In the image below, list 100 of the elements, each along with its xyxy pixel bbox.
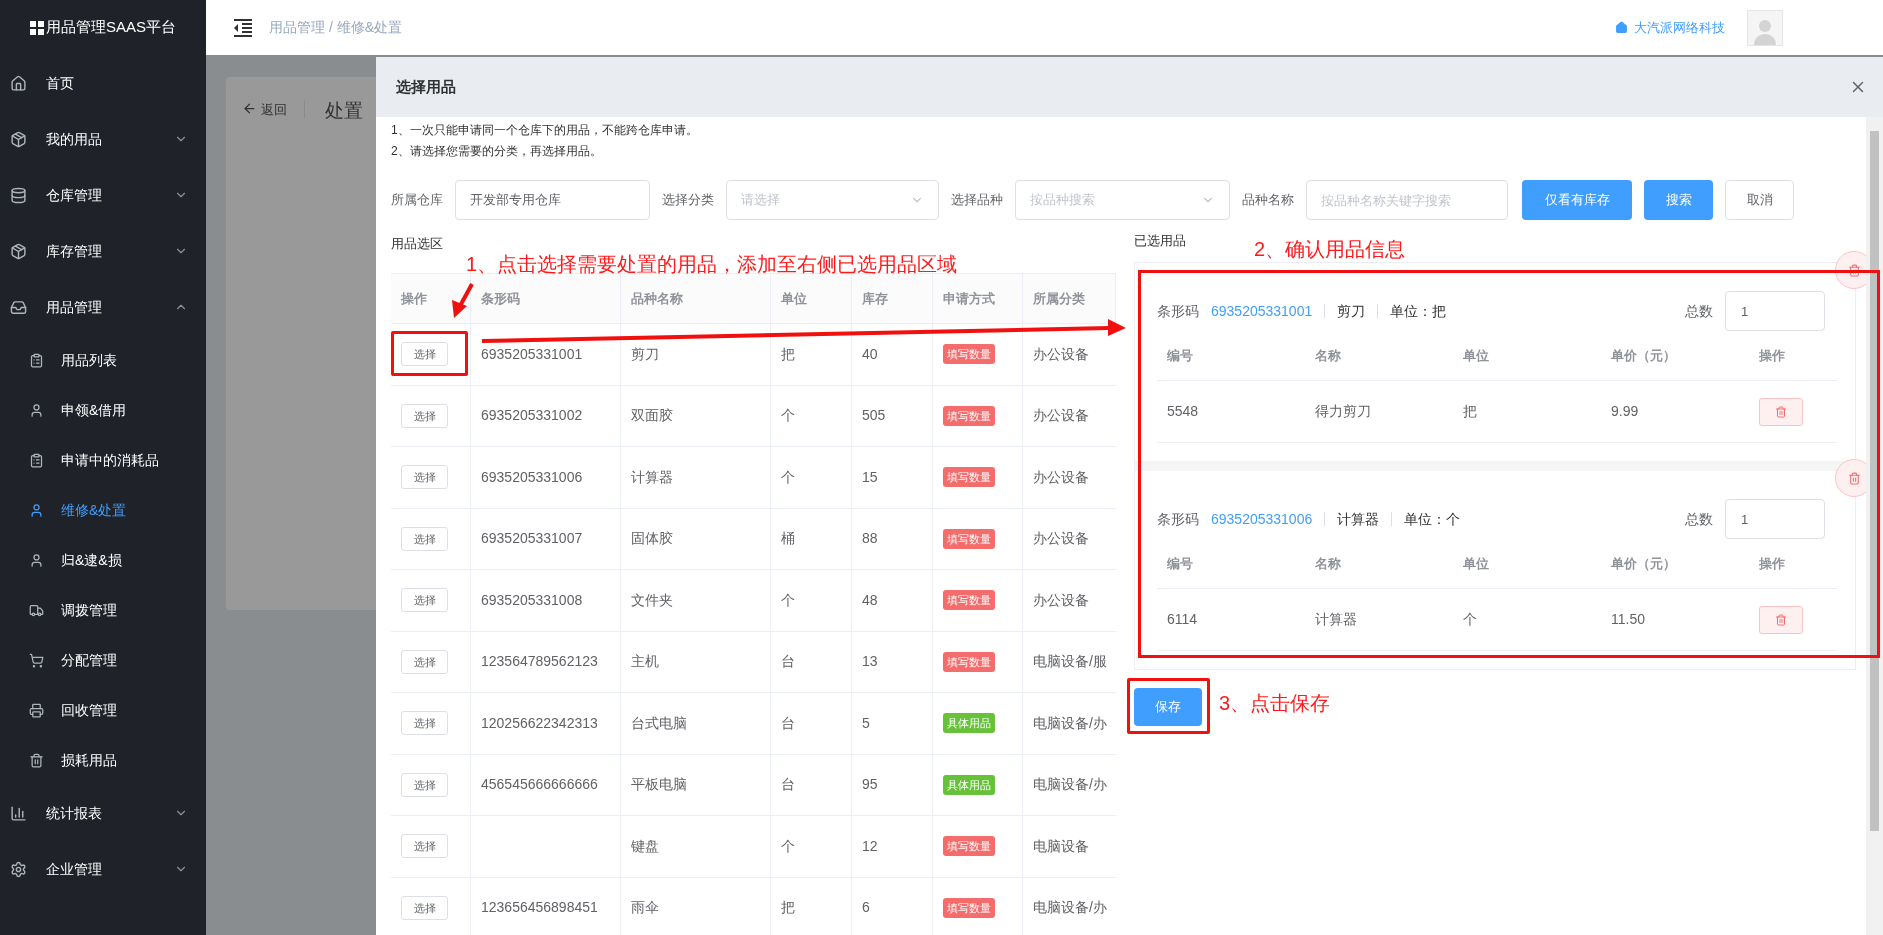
- sidebar-subitem[interactable]: 损耗用品: [0, 735, 206, 785]
- table-cell: 48: [852, 570, 933, 631]
- table-cell: 把: [771, 877, 852, 935]
- select-button[interactable]: 选择: [401, 834, 448, 859]
- quantity-field[interactable]: 1: [1725, 291, 1825, 331]
- clipboard-icon: [29, 352, 44, 368]
- table-cell-text: 把: [1462, 402, 1478, 421]
- table-cell-text: 11.50: [1610, 610, 1646, 629]
- quantity-field[interactable]: 1: [1725, 499, 1825, 539]
- app-title: 用品管理SAAS平台: [46, 17, 176, 38]
- text-field[interactable]: 按品种名称关键字搜索: [1306, 180, 1508, 220]
- sidebar-item[interactable]: 首页: [0, 55, 206, 111]
- table-cell: 13: [852, 631, 933, 692]
- sidebar-item[interactable]: 我的用品: [0, 111, 206, 167]
- instruction-text: 1、一次只能申请同一个仓库下的用品，不能跨仓库申请。: [391, 122, 699, 139]
- select-button[interactable]: 选择: [401, 711, 448, 736]
- item-name: 剪刀: [1337, 301, 1366, 321]
- arrow: [452, 283, 474, 318]
- back-link[interactable]: 返回: [261, 100, 287, 120]
- column-header: 单位: [1462, 346, 1490, 365]
- mode-tag: 填写数量: [943, 528, 995, 549]
- annotation-text: 1、点击选择需要处置的用品，添加至右侧已选用品区域: [466, 252, 958, 277]
- table-cell: 平板电脑: [621, 754, 771, 815]
- sidebar-subitem[interactable]: 归&逮&损: [0, 535, 206, 585]
- table-cell: 95: [852, 754, 933, 815]
- annotation-text: 2、确认用品信息: [1254, 237, 1406, 262]
- trash-icon: [29, 752, 44, 768]
- section-title: 用品选区: [391, 235, 443, 253]
- select-button[interactable]: 选择: [401, 772, 448, 797]
- scrollbar-thumb[interactable]: [1870, 131, 1879, 831]
- field-label: 总数: [1685, 301, 1713, 321]
- delete-button[interactable]: [1835, 459, 1866, 497]
- unit-text: 单位：把: [1390, 301, 1447, 321]
- sidebar-subitem[interactable]: 维修&处置: [0, 485, 206, 535]
- sidebar-subitem[interactable]: 申请中的消耗品: [0, 435, 206, 485]
- sidebar-subitem[interactable]: 回收管理: [0, 685, 206, 735]
- column-header: 条形码: [471, 274, 621, 323]
- house-icon: [1615, 21, 1628, 34]
- text-field[interactable]: 开发部专用仓库: [455, 180, 650, 220]
- table-cell-text: 办公设备: [1032, 406, 1090, 426]
- annotation-text: 3、点击保存: [1219, 691, 1331, 716]
- table-cell-text: 办公设备: [1032, 529, 1090, 549]
- column-header: 申请方式: [933, 274, 1023, 323]
- sidebar-subitem[interactable]: 申领&借用: [0, 385, 206, 435]
- bar-chart-icon: [10, 804, 27, 822]
- scrollbar[interactable]: [1866, 117, 1883, 935]
- sidebar-item[interactable]: 库存管理: [0, 223, 206, 279]
- table-cell: 120256622342313: [471, 693, 621, 754]
- table-cell-text: 计算器: [1314, 610, 1358, 629]
- table-cell: 主机: [621, 631, 771, 692]
- table-cell-text: 电脑设备/办: [1032, 898, 1108, 918]
- column-header: 库存: [852, 274, 933, 323]
- mode-tag: 填写数量: [943, 897, 995, 918]
- settings-icon: [10, 860, 27, 878]
- sidebar-item[interactable]: 统计报表: [0, 785, 206, 841]
- select-button[interactable]: 选择: [401, 895, 448, 920]
- table-cell: 计算器: [621, 447, 771, 508]
- sidebar-subitem[interactable]: 分配管理: [0, 635, 206, 685]
- mode-tag: 填写数量: [943, 405, 995, 426]
- delete-button[interactable]: [1835, 251, 1866, 289]
- mode-tag: 填写数量: [943, 467, 995, 488]
- table-cell-text: 电脑设备/办: [1032, 713, 1108, 733]
- sidebar-item[interactable]: 企业管理: [0, 841, 206, 897]
- table-cell-text: 电脑设备/办: [1032, 775, 1108, 795]
- column-header: 单位: [771, 274, 852, 323]
- select-button[interactable]: 选择: [401, 465, 448, 490]
- person-icon: [29, 402, 44, 418]
- table-cell: 文件夹: [621, 570, 771, 631]
- barcode-text: 6935205331006: [1211, 509, 1313, 529]
- cancel-button[interactable]: 取消: [1725, 180, 1794, 220]
- section-title: 已选用品: [1134, 232, 1186, 250]
- sidebar-subitem[interactable]: 调拨管理: [0, 585, 206, 635]
- table-cell-text: 办公设备: [1032, 467, 1090, 487]
- page-title: 处置: [325, 99, 363, 123]
- field-label: 条形码: [1157, 509, 1199, 529]
- sidebar-subitem[interactable]: 用品列表: [0, 335, 206, 385]
- select-button[interactable]: 选择: [401, 342, 448, 367]
- column-header: 单位: [1462, 554, 1490, 573]
- select-button[interactable]: 选择: [401, 588, 448, 613]
- table-cell-text: 得力剪刀: [1314, 402, 1372, 421]
- mode-tag: 填写数量: [943, 836, 995, 857]
- person-icon: [29, 502, 44, 518]
- mode-tag: 填写数量: [943, 651, 995, 672]
- column-header: 单价（元）: [1610, 346, 1677, 365]
- select-button[interactable]: 选择: [401, 526, 448, 551]
- sidebar-item[interactable]: 用品管理: [0, 279, 206, 335]
- column-header: 名称: [1314, 346, 1342, 365]
- table-cell: 6935205331001: [471, 324, 621, 385]
- box-icon: [10, 242, 27, 260]
- table-cell: 个: [771, 447, 852, 508]
- table-cell: 6935205331002: [471, 385, 621, 446]
- person-icon: [29, 552, 44, 568]
- table-cell: 5: [852, 693, 933, 754]
- select-button[interactable]: 选择: [401, 403, 448, 428]
- select-button[interactable]: 选择: [401, 649, 448, 674]
- column-header: 品种名称: [621, 274, 771, 323]
- sidebar-item[interactable]: 仓库管理: [0, 167, 206, 223]
- table-cell: 6: [852, 877, 933, 935]
- column-header: 编号: [1166, 346, 1194, 365]
- table-cell: 12: [852, 816, 933, 877]
